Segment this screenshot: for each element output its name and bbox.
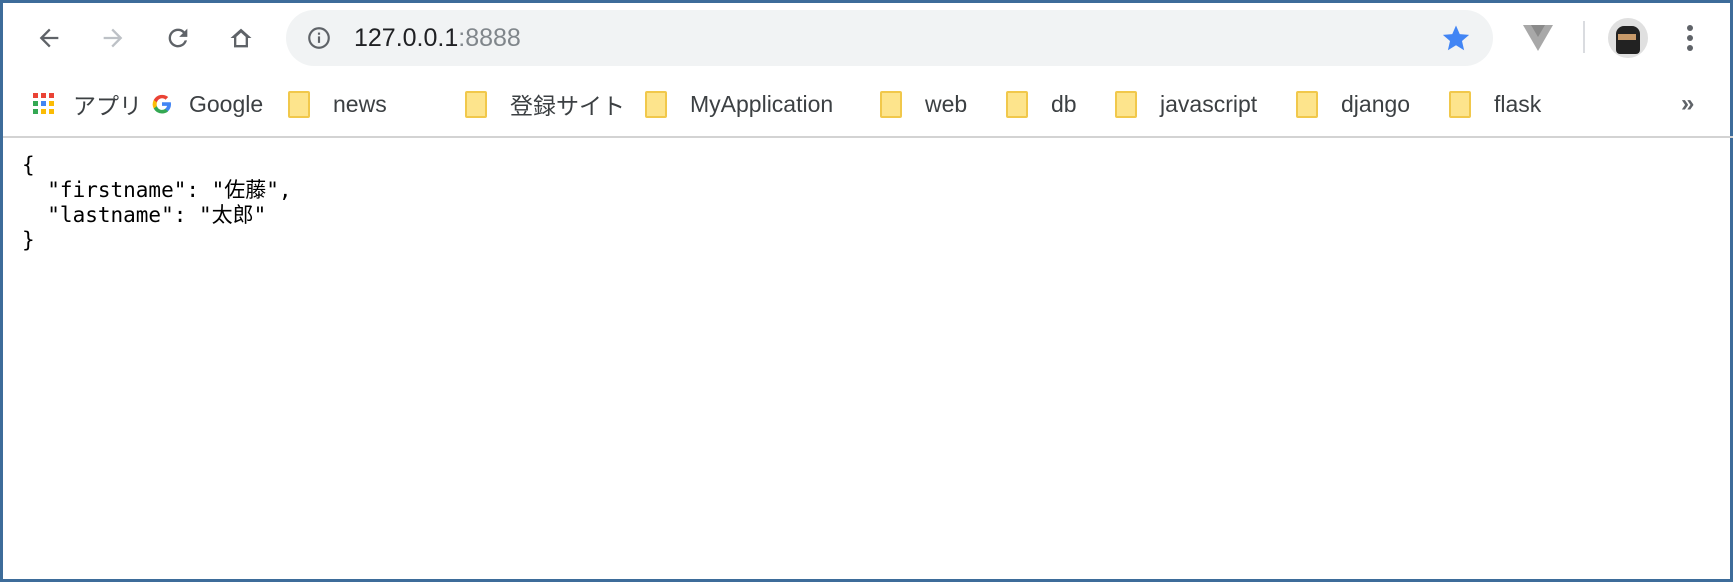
menu-dots-icon[interactable] bbox=[1680, 23, 1700, 53]
url-host: 127.0.0.1 bbox=[354, 24, 459, 52]
folder-icon bbox=[1296, 90, 1318, 118]
json-line: { bbox=[22, 153, 35, 177]
bookmark-label: Google bbox=[189, 90, 264, 117]
bookmark-folder-db[interactable]: db bbox=[1006, 87, 1077, 121]
bookmark-google[interactable]: Google bbox=[150, 87, 263, 121]
bookmark-label: javascript bbox=[1160, 90, 1258, 117]
browser-window: 127.0.0.1:8888 アプリ Google news 登録サイト MyA… bbox=[0, 0, 1733, 582]
json-line: "firstname": "佐藤", bbox=[22, 178, 292, 202]
folder-icon bbox=[1449, 90, 1471, 118]
bookmark-folder-news[interactable]: news bbox=[288, 87, 387, 121]
google-icon bbox=[152, 94, 171, 114]
chevron-double-right-icon: » bbox=[1681, 90, 1695, 117]
json-line: "lastname": "太郎" bbox=[22, 203, 267, 227]
home-button[interactable] bbox=[224, 21, 258, 55]
folder-icon bbox=[465, 90, 487, 118]
json-content: { "firstname": "佐藤", "lastname": "太郎"} bbox=[22, 153, 292, 253]
bookmark-apps[interactable]: アプリ bbox=[33, 87, 142, 121]
bookmark-label: MyApplication bbox=[690, 90, 834, 117]
folder-icon bbox=[288, 90, 310, 118]
address-bar[interactable]: 127.0.0.1:8888 bbox=[286, 10, 1493, 66]
reload-button[interactable] bbox=[161, 21, 195, 55]
bookmark-folder-django[interactable]: django bbox=[1296, 87, 1410, 121]
bookmark-label: django bbox=[1341, 90, 1411, 117]
bookmark-star-icon[interactable] bbox=[1441, 23, 1471, 53]
toolbar-divider bbox=[3, 136, 1733, 138]
bookmark-label: news bbox=[333, 90, 387, 117]
url-text[interactable]: 127.0.0.1:8888 bbox=[354, 24, 521, 53]
bookmark-label: 登録サイト bbox=[510, 93, 625, 119]
home-icon bbox=[230, 28, 252, 48]
reload-icon bbox=[168, 28, 188, 48]
bookmark-label: web bbox=[925, 90, 968, 117]
bookmark-folder-flask[interactable]: flask bbox=[1449, 87, 1541, 121]
info-icon bbox=[308, 27, 330, 49]
avatar[interactable] bbox=[1608, 18, 1648, 58]
apps-grid-icon bbox=[33, 93, 54, 114]
folder-icon bbox=[1115, 90, 1137, 118]
bookmark-folder-myapplication[interactable]: MyApplication bbox=[645, 87, 833, 121]
vue-devtools-icon[interactable] bbox=[1521, 23, 1555, 53]
bookmark-label: db bbox=[1051, 90, 1077, 117]
bookmark-folder-javascript[interactable]: javascript bbox=[1115, 87, 1257, 121]
bookmark-label: flask bbox=[1494, 90, 1542, 117]
bookmark-folder-web[interactable]: web bbox=[880, 87, 967, 121]
back-button[interactable] bbox=[32, 21, 66, 55]
url-port: :8888 bbox=[458, 24, 521, 52]
forward-button[interactable] bbox=[96, 21, 130, 55]
folder-icon bbox=[880, 90, 902, 118]
bookmark-label: アプリ bbox=[73, 93, 142, 119]
json-line: } bbox=[22, 228, 35, 252]
folder-icon bbox=[645, 90, 667, 118]
folder-icon bbox=[1006, 90, 1028, 118]
arrow-right-icon bbox=[103, 28, 123, 48]
bookmark-folder-registered-sites[interactable]: 登録サイト bbox=[465, 87, 625, 121]
toolbar-separator bbox=[1583, 21, 1585, 53]
bookmarks-overflow-button[interactable]: » bbox=[1681, 87, 1694, 121]
arrow-left-icon bbox=[39, 28, 59, 48]
